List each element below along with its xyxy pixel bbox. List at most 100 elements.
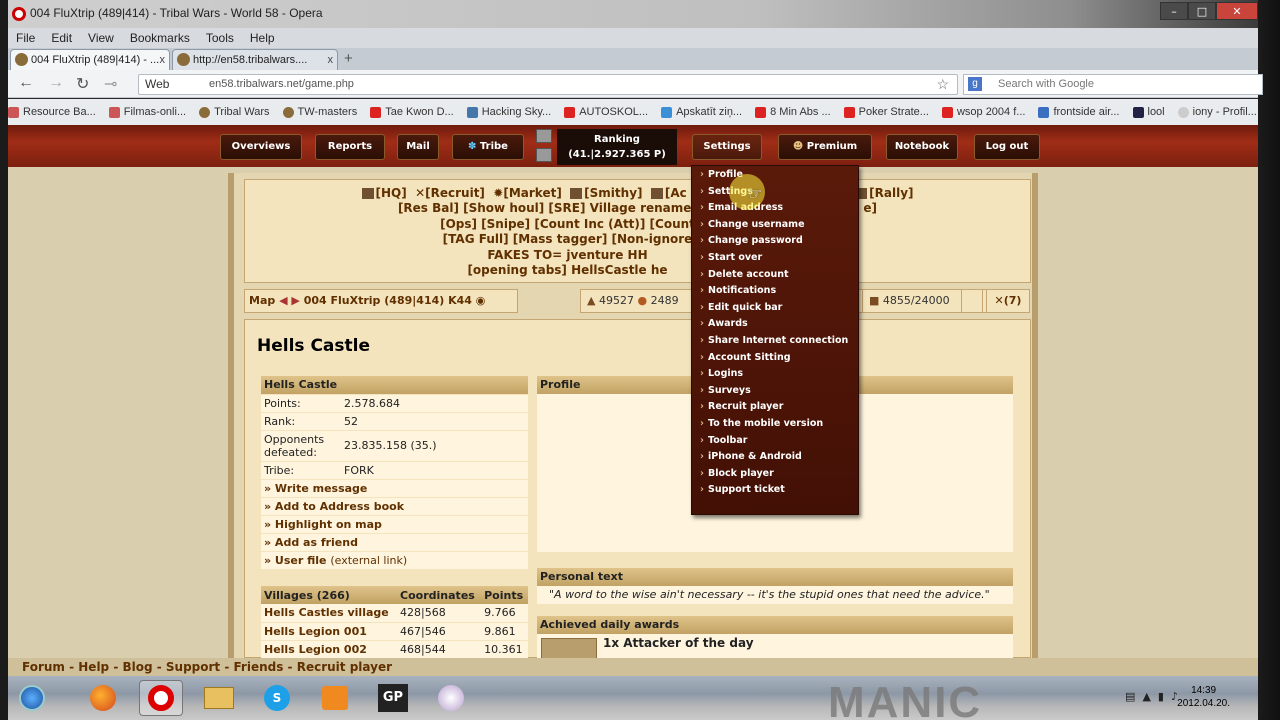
taskbar-firefox[interactable] [81, 680, 125, 716]
village-name[interactable]: 004 FluXtrip [304, 294, 381, 307]
menu-item-awards[interactable]: Awards [692, 316, 860, 332]
menu-item-logins[interactable]: Logins [692, 366, 860, 382]
villages-header[interactable]: Villages (266) [261, 586, 398, 604]
menu-view[interactable]: View [88, 31, 114, 45]
map-link[interactable]: Map [249, 294, 275, 307]
bookmark-item[interactable]: Resource Ba... [8, 106, 96, 118]
quickbar-links[interactable]: [opening tabs] HellsCastle he [467, 263, 667, 277]
bookmark-star-icon[interactable]: ☆ [936, 76, 949, 93]
taskbar-media[interactable] [313, 680, 357, 716]
tab-close-icon[interactable]: x [328, 50, 334, 70]
minimize-button[interactable]: – [1160, 2, 1188, 20]
menu-item-surveys[interactable]: Surveys [692, 383, 860, 399]
clock-icon[interactable] [961, 289, 983, 313]
menu-item-account-sitting[interactable]: Account Sitting [692, 350, 860, 366]
premium-button[interactable]: ☻ Premium [778, 134, 872, 160]
dropdown-toggle-icon[interactable] [536, 148, 552, 162]
mail-button[interactable]: Mail [397, 134, 439, 160]
menu-item-block-player[interactable]: Block player [692, 466, 860, 482]
menu-item-share-connection[interactable]: Share Internet connection [692, 333, 860, 349]
bookmark-item[interactable]: iony - Profil... [1177, 106, 1257, 118]
menu-item-support-ticket[interactable]: Support ticket [692, 482, 860, 498]
taskbar-clock[interactable]: 14:39 2012.04.20. [1177, 684, 1230, 710]
tribe-link[interactable]: FORK [341, 461, 528, 480]
quickbar-links[interactable]: [Ops] [Snipe] [Count Inc (Att)] [Count [440, 217, 695, 231]
add-friend-link[interactable]: » Add as friend [261, 533, 528, 552]
menu-item-iphone-android[interactable]: iPhone & Android [692, 449, 860, 465]
maximize-button[interactable]: □ [1188, 2, 1216, 20]
menu-edit[interactable]: Edit [51, 31, 72, 45]
quickbar-market[interactable]: [Market] [503, 186, 561, 200]
menu-item-recruit-player[interactable]: Recruit player [692, 399, 860, 415]
bookmark-item[interactable]: TW-masters [282, 106, 357, 118]
add-address-book-link[interactable]: » Add to Address book [261, 497, 528, 516]
new-tab-plus-icon[interactable]: + [344, 50, 353, 67]
menu-item-toolbar[interactable]: Toolbar [692, 433, 860, 449]
logout-button[interactable]: Log out [974, 134, 1040, 160]
taskbar-paint[interactable] [429, 680, 473, 716]
search-field[interactable]: g Search with Google [963, 74, 1263, 95]
menu-item-profile[interactable]: Profile [692, 167, 860, 183]
bookmark-item[interactable]: Hacking Sky... [466, 106, 551, 118]
village-link[interactable]: Hells Castles village [261, 604, 398, 623]
quickbar-links[interactable]: [Res Bal] [Show houl] [SRE] Village rena… [398, 201, 691, 215]
incoming-attacks[interactable]: ✕(7) [986, 289, 1030, 313]
village-info-icon[interactable]: ◉ [476, 294, 486, 307]
quickbar-rally[interactable]: [Rally] [869, 186, 913, 200]
menu-bookmarks[interactable]: Bookmarks [130, 31, 190, 45]
settings-button[interactable]: Settings [692, 134, 762, 160]
game-footer[interactable]: Forum - Help - Blog - Support - Friends … [8, 658, 1258, 676]
next-village-arrow-icon[interactable]: ▶ [291, 294, 299, 307]
menu-item-change-password[interactable]: Change password [692, 233, 860, 249]
bookmark-item[interactable]: Apskatīt ziņ... [661, 106, 742, 118]
forward-arrow-icon[interactable]: → [48, 74, 64, 92]
menu-help[interactable]: Help [250, 31, 275, 45]
tab-game[interactable]: 004 FluXtrip (489|414) - ... x [10, 49, 170, 70]
prev-village-arrow-icon[interactable]: ◀ [279, 294, 287, 307]
tab-url[interactable]: http://en58.tribalwars.... x [172, 49, 338, 70]
user-file-link[interactable]: » User file [264, 554, 327, 567]
menu-item-delete-account[interactable]: Delete account [692, 267, 860, 283]
bookmark-item[interactable]: frontside air... [1038, 106, 1120, 118]
system-tray[interactable]: ▤ ▲ ▮ ♪ [1125, 690, 1178, 703]
address-url[interactable]: en58.tribalwars.net/game.php [209, 78, 354, 90]
menu-item-edit-quick-bar[interactable]: Edit quick bar [692, 300, 860, 316]
close-window-button[interactable]: ✕ [1216, 2, 1258, 20]
bookmark-item[interactable]: AUTOSKOL... [564, 106, 648, 118]
menu-item-settings[interactable]: Settings [692, 184, 860, 200]
quickbar-smithy[interactable]: [Smithy] [584, 186, 642, 200]
bookmark-item[interactable]: lool [1132, 106, 1165, 118]
points-header[interactable]: Points [481, 586, 528, 604]
menu-item-mobile-version[interactable]: To the mobile version [692, 416, 860, 432]
quickbar-recruit[interactable]: [Recruit] [425, 186, 485, 200]
menu-item-change-username[interactable]: Change username [692, 217, 860, 233]
coords-header[interactable]: Coordinates [397, 586, 482, 604]
village-link[interactable]: Hells Legion 001 [261, 622, 398, 641]
start-button[interactable] [10, 680, 54, 716]
highlight-map-link[interactable]: » Highlight on map [261, 515, 528, 534]
taskbar-explorer[interactable] [197, 680, 241, 716]
bookmark-item[interactable]: 8 Min Abs ... [755, 106, 831, 118]
bookmark-item[interactable]: Tribal Wars [199, 106, 270, 118]
write-message-link[interactable]: » Write message [261, 479, 528, 498]
notebook-button[interactable]: Notebook [886, 134, 958, 160]
key-icon[interactable]: ⊸ [104, 74, 117, 94]
quickbar-links[interactable]: e] [863, 201, 877, 215]
menu-item-notifications[interactable]: Notifications [692, 283, 860, 299]
menu-tools[interactable]: Tools [206, 31, 234, 45]
quickbar-links[interactable]: FAKES TO= jventure HH [487, 248, 647, 262]
taskbar-skype[interactable]: S [255, 680, 299, 716]
bookmark-item[interactable]: Poker Strate... [843, 106, 929, 118]
bookmark-item[interactable]: Tae Kwon D... [370, 106, 454, 118]
menu-item-start-over[interactable]: Start over [692, 250, 860, 266]
ranking-box[interactable]: Ranking (41.|2.927.365 P) [557, 129, 677, 165]
quickbar-academy[interactable]: [Ac [665, 186, 687, 200]
address-bar[interactable]: Web en58.tribalwars.net/game.php ☆ [138, 74, 958, 95]
bookmark-item[interactable]: Filmas-onli... [108, 106, 186, 118]
quickbar-hq[interactable]: [HQ] [376, 186, 407, 200]
tribe-button[interactable]: ✽ Tribe [452, 134, 524, 160]
village-link[interactable]: Hells Legion 002 [261, 640, 398, 658]
taskbar-opera[interactable] [139, 680, 183, 716]
menu-item-email[interactable]: Email address [692, 200, 860, 216]
back-arrow-icon[interactable]: ← [18, 74, 34, 92]
